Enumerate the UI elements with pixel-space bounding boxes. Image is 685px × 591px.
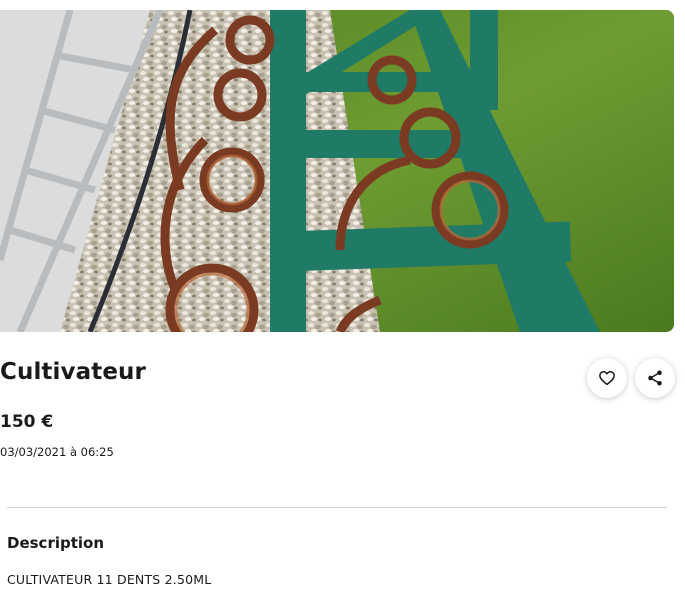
share-button[interactable]: [635, 358, 675, 398]
listing-date: 03/03/2021 à 06:25: [0, 445, 114, 459]
section-divider: [7, 507, 667, 508]
description-heading: Description: [7, 534, 105, 552]
listing-price: 150 €: [0, 412, 54, 432]
heart-icon: [599, 371, 615, 386]
listing-photo[interactable]: [0, 10, 674, 332]
share-icon: [648, 370, 662, 386]
listing-title: Cultivateur: [0, 359, 146, 385]
favorite-button[interactable]: [587, 358, 627, 398]
description-body: CULTIVATEUR 11 DENTS 2.50ML: [7, 572, 212, 587]
cultivator-image: [0, 10, 674, 332]
